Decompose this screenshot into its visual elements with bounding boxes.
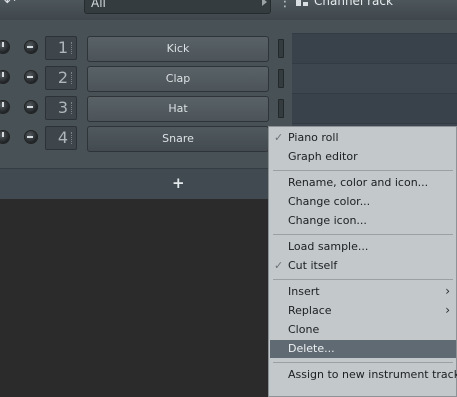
- channel-row: 2 Clap: [0, 63, 457, 93]
- menu-item-replace[interactable]: Replace ›: [270, 302, 456, 320]
- channel-row: 1 Kick: [0, 33, 457, 63]
- pan-knob[interactable]: [0, 101, 9, 113]
- menu-item-change-icon[interactable]: Change icon...: [270, 212, 456, 230]
- menu-separator: [273, 279, 453, 280]
- submenu-arrow-icon: ›: [445, 303, 450, 317]
- volume-knob[interactable]: [25, 41, 37, 53]
- channel-context-menu: ✓ Piano roll Graph editor Rename, color …: [268, 126, 457, 397]
- step-sequencer-area[interactable]: [292, 63, 457, 93]
- menu-item-rename-color-icon[interactable]: Rename, color and icon...: [270, 174, 456, 192]
- pan-knob[interactable]: [0, 41, 9, 53]
- menu-item-cut-itself[interactable]: ✓ Cut itself: [270, 257, 456, 275]
- more-options-icon[interactable]: ⋮: [278, 0, 292, 10]
- dropdown-arrow-icon: [262, 0, 267, 6]
- undo-icon[interactable]: ↶: [4, 0, 16, 10]
- checkmark-icon: ✓: [274, 131, 284, 144]
- channel-filter-dropdown[interactable]: All: [84, 0, 271, 14]
- toolbar: ↶ All ⋮ Channel rack: [0, 0, 457, 20]
- menu-item-load-sample[interactable]: Load sample...: [270, 238, 456, 256]
- pan-knob[interactable]: [0, 71, 9, 83]
- channel-select-led[interactable]: [278, 69, 284, 88]
- mixer-track-number[interactable]: 1: [45, 36, 77, 60]
- mixer-track-number[interactable]: 2: [45, 66, 77, 90]
- menu-item-assign-to-new-instrument-track[interactable]: Assign to new instrument track: [270, 366, 457, 384]
- mixer-track-number[interactable]: 3: [45, 96, 77, 120]
- menu-item-graph-editor[interactable]: Graph editor: [270, 148, 456, 166]
- step-sequencer-area[interactable]: [292, 33, 457, 63]
- pan-knob[interactable]: [0, 131, 9, 143]
- menu-separator: [273, 362, 453, 363]
- volume-knob[interactable]: [25, 131, 37, 143]
- menu-item-delete[interactable]: Delete...: [270, 340, 456, 358]
- channel-button-kick[interactable]: Kick: [87, 36, 269, 62]
- menu-item-piano-roll[interactable]: ✓ Piano roll: [270, 129, 456, 147]
- menu-separator: [273, 170, 453, 171]
- menu-item-clone[interactable]: Clone: [270, 321, 456, 339]
- menu-item-insert[interactable]: Insert ›: [270, 283, 456, 301]
- volume-knob[interactable]: [25, 101, 37, 113]
- window-title: Channel rack: [314, 0, 393, 8]
- channel-rack-icon: [296, 0, 308, 6]
- channel-filter-value: All: [91, 0, 106, 10]
- menu-separator: [273, 234, 453, 235]
- channel-button-hat[interactable]: Hat: [87, 96, 269, 122]
- channel-button-clap[interactable]: Clap: [87, 66, 269, 92]
- submenu-arrow-icon: ›: [445, 284, 450, 298]
- channel-select-led[interactable]: [278, 39, 284, 58]
- channel-select-led[interactable]: [278, 99, 284, 118]
- volume-knob[interactable]: [25, 71, 37, 83]
- add-channel-button[interactable]: +: [172, 174, 185, 192]
- channel-button-snare[interactable]: Snare: [87, 126, 269, 152]
- step-sequencer-area[interactable]: [292, 93, 457, 123]
- mixer-track-number[interactable]: 4: [45, 126, 77, 150]
- checkmark-icon: ✓: [274, 259, 284, 272]
- menu-item-change-color[interactable]: Change color...: [270, 193, 456, 211]
- channel-row: 3 Hat: [0, 93, 457, 123]
